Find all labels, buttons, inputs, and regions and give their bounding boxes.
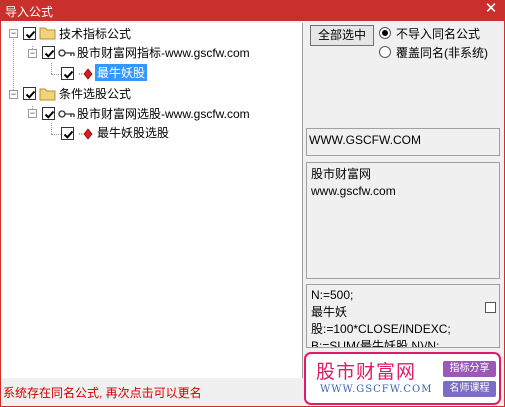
tree-line [51, 63, 52, 74]
group1-label[interactable]: 技术指标公式 [59, 25, 131, 42]
group2-child-checkbox[interactable] [42, 107, 55, 120]
leaf1-label[interactable]: 最牛妖股 [95, 64, 148, 81]
code-line: B:=SUM(最牛妖股,N)/N; [311, 339, 440, 348]
formula-url: WWW.GSCFW.COM [309, 133, 421, 147]
leaf2-label[interactable]: 最牛妖股选股 [97, 124, 169, 141]
group2-child-label[interactable]: 股市财富网选股-www.gscfw.com [77, 105, 250, 122]
tree-line [51, 123, 52, 134]
collapse-icon[interactable]: − [9, 90, 18, 99]
close-icon[interactable]: ✕ [484, 1, 498, 17]
brand-url: WWW.GSCFW.COM [320, 384, 433, 395]
leaf2-checkbox[interactable] [61, 127, 74, 140]
brand-name: 股市财富网 [316, 361, 417, 383]
status-message: 系统存在同名公式, 再次点击可以更名 [3, 386, 202, 400]
group1-checkbox[interactable] [23, 27, 36, 40]
leaf1-checkbox[interactable] [61, 67, 74, 80]
brand-tag-share: 指标分享 [443, 361, 496, 377]
no-import-label[interactable]: 不导入同名公式 [396, 25, 480, 42]
key-icon [58, 110, 75, 118]
group2-label[interactable]: 条件选股公式 [59, 85, 131, 102]
formula-icon [79, 128, 93, 140]
window-title: 导入公式 [5, 5, 54, 19]
overwrite-label[interactable]: 覆盖同名(非系统) [396, 44, 488, 61]
formula-tree[interactable]: − 技术指标公式 − 股市财富网指标-www.gscfw.com 最牛妖股 − … [1, 23, 303, 378]
folder-icon [39, 88, 56, 101]
collapse-icon[interactable]: − [28, 49, 37, 58]
no-import-radio[interactable] [379, 27, 391, 39]
group1-child-checkbox[interactable] [42, 46, 55, 59]
formula-url-field: WWW.GSCFW.COM [306, 128, 500, 156]
title-bar: 导入公式 ✕ [0, 0, 505, 21]
brand-tag-course: 名师课程 [443, 381, 496, 397]
tree-line [13, 37, 14, 96]
group2-checkbox[interactable] [23, 87, 36, 100]
collapse-icon[interactable]: − [9, 29, 18, 38]
code-line: 最牛妖 [311, 305, 348, 319]
code-option-checkbox[interactable] [485, 302, 496, 313]
formula-description: 股市财富网 www.gscfw.com [306, 162, 500, 279]
description-line: 股市财富网 [311, 167, 372, 181]
overwrite-radio[interactable] [379, 46, 391, 58]
collapse-icon[interactable]: − [28, 109, 37, 118]
group1-child-label[interactable]: 股市财富网指标-www.gscfw.com [77, 44, 250, 61]
brand-logo: 股市财富网 WWW.GSCFW.COM 指标分享 名师课程 [304, 352, 501, 405]
folder-icon [39, 27, 56, 40]
key-icon [58, 49, 75, 57]
formula-icon [79, 68, 93, 80]
description-line: www.gscfw.com [311, 184, 396, 198]
select-all-button[interactable]: 全部选中 [310, 25, 374, 46]
code-line: N:=500; [311, 288, 354, 302]
formula-code[interactable]: N:=500; 最牛妖 股:=100*CLOSE/INDEXC; B:=SUM(… [306, 284, 500, 348]
code-line: 股:=100*CLOSE/INDEXC; [311, 322, 451, 336]
